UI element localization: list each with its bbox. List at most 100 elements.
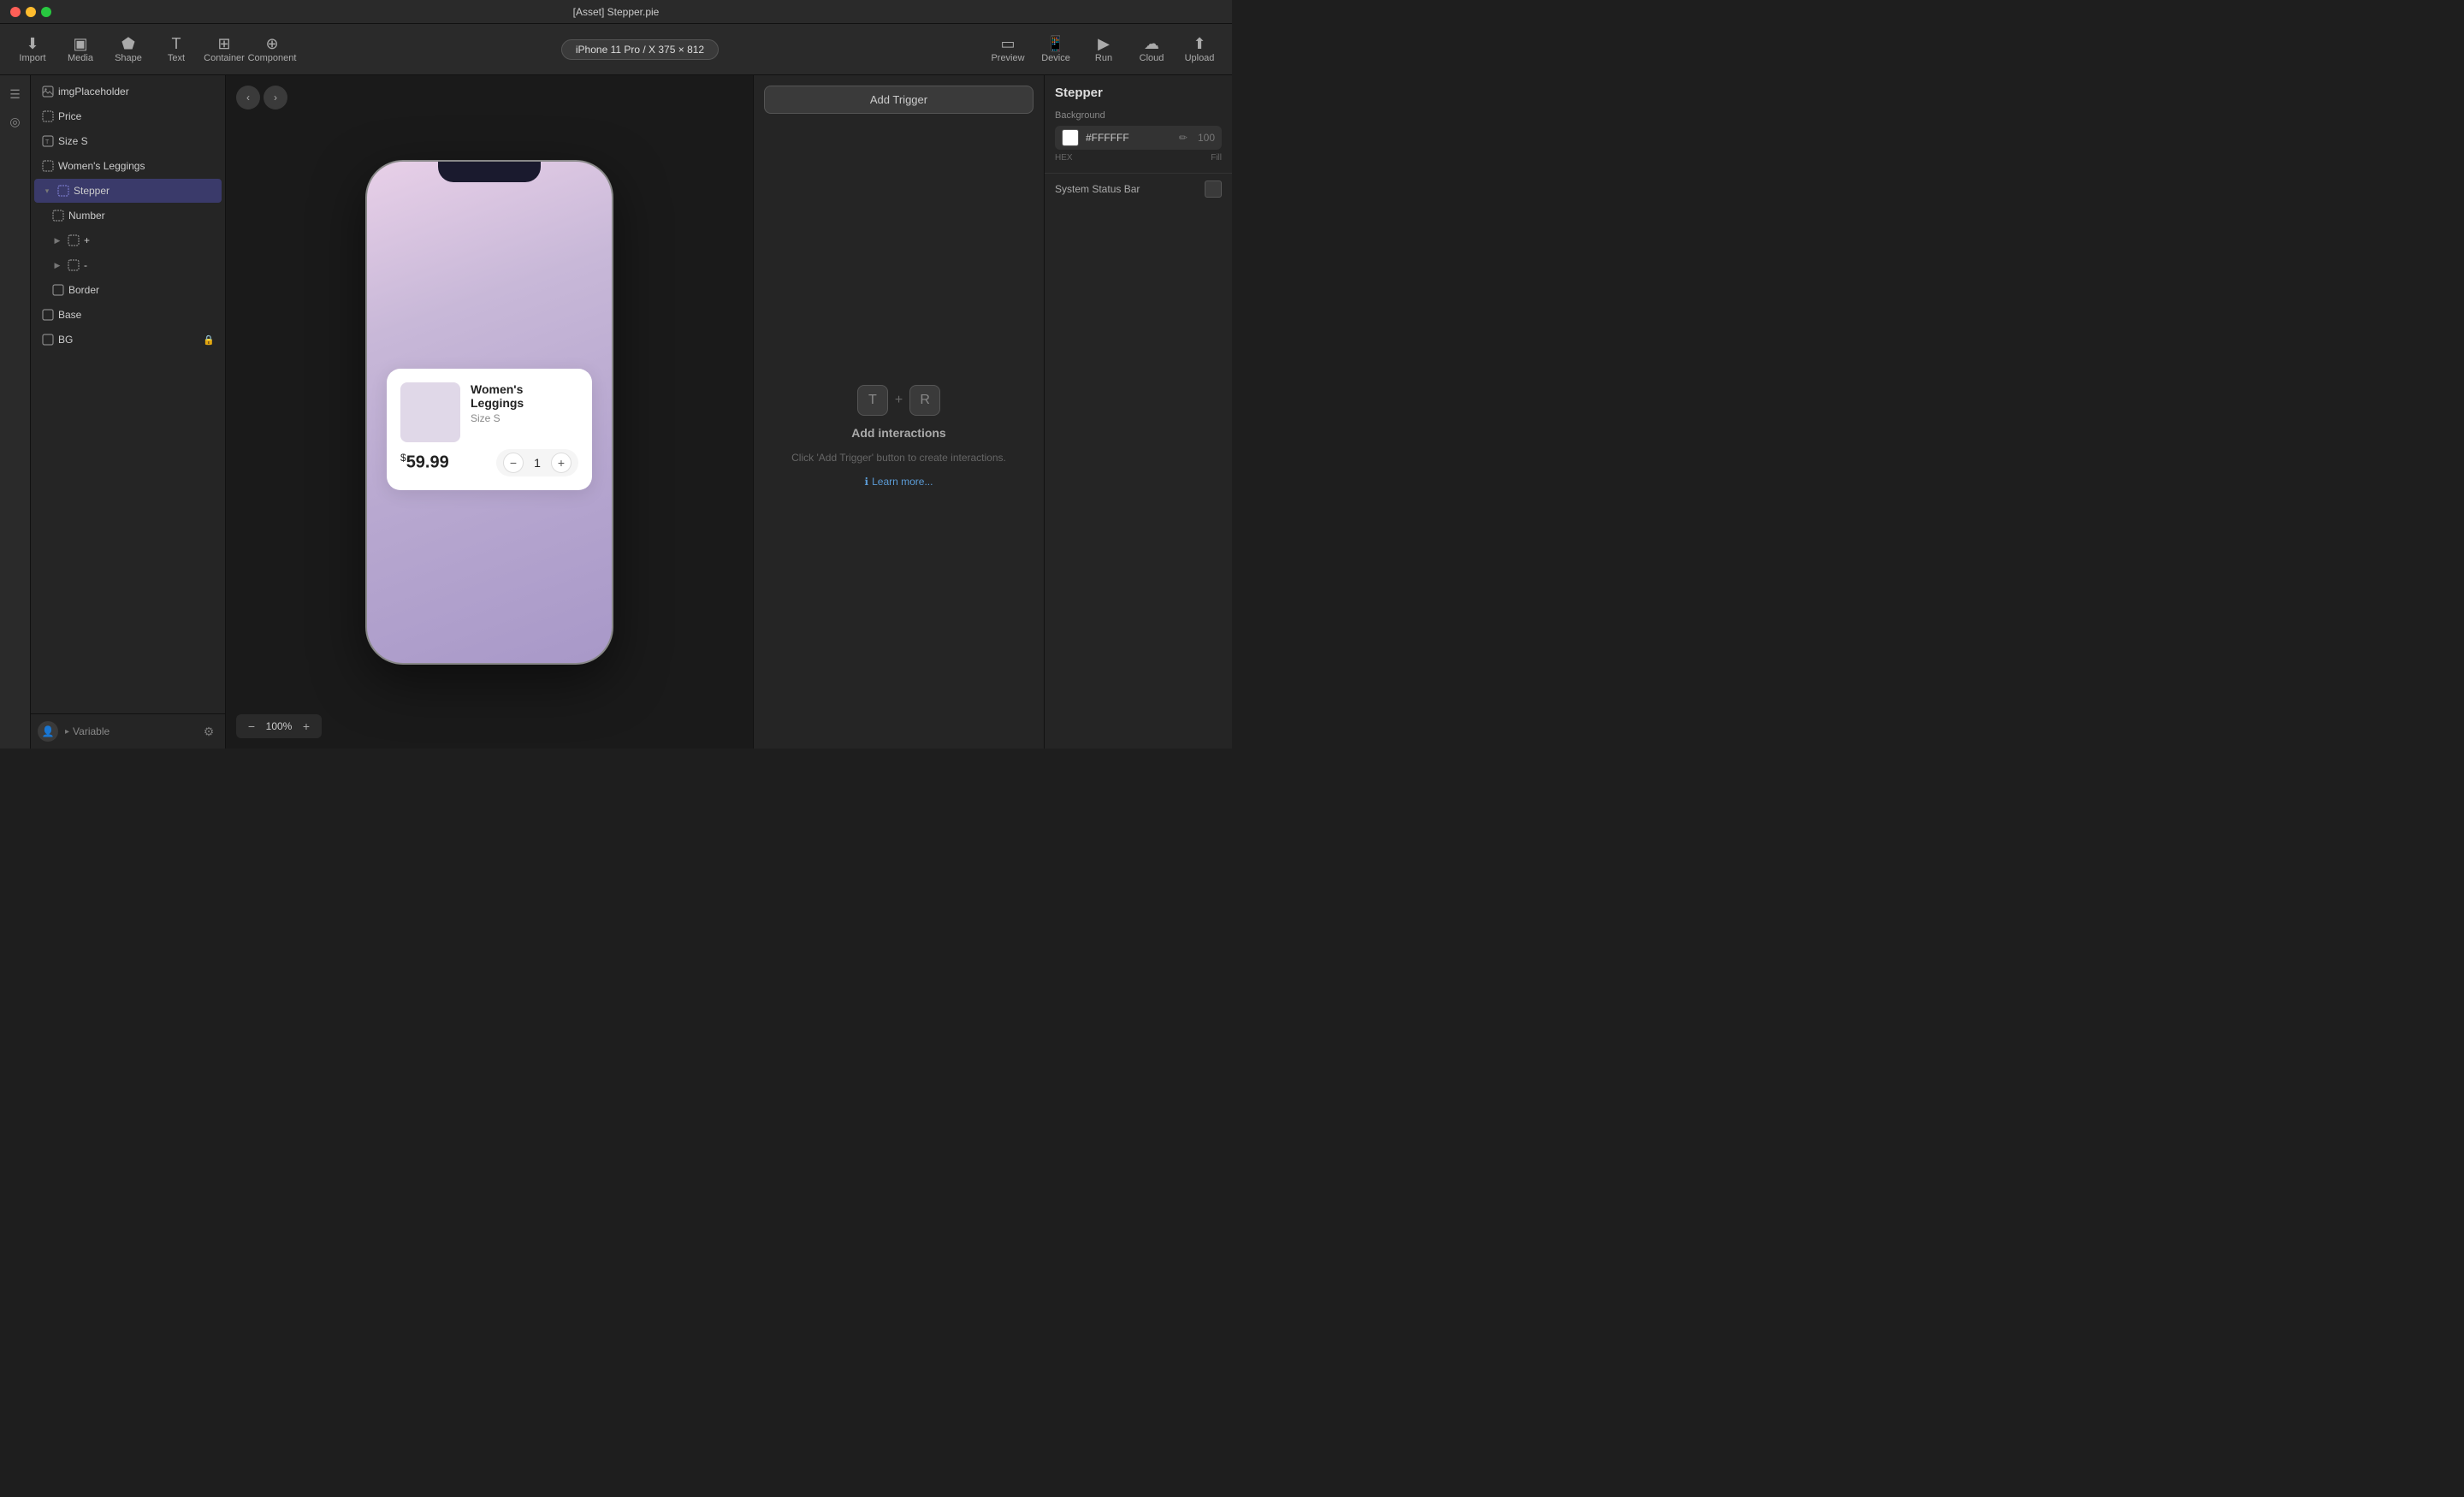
component-label: Component bbox=[248, 53, 297, 63]
stepper-minus-button[interactable]: − bbox=[503, 453, 524, 473]
layer-stepper[interactable]: ▾ Stepper bbox=[34, 179, 222, 203]
layer-plus[interactable]: ▶ + bbox=[44, 228, 222, 252]
upload-button[interactable]: ⬆ Upload bbox=[1177, 28, 1222, 71]
product-card-top: Women's Leggings Size S bbox=[400, 382, 578, 442]
layers-list: imgPlaceholder Price T Size S bbox=[31, 79, 225, 352]
settings-icon[interactable]: ⚙ bbox=[198, 721, 219, 742]
chevron-right2-icon: ▶ bbox=[51, 259, 63, 271]
variable-label: Variable bbox=[73, 725, 110, 737]
text-button[interactable]: T Text bbox=[154, 28, 198, 71]
layer-plus-icon bbox=[67, 234, 80, 247]
layer-imgplaceholder[interactable]: imgPlaceholder bbox=[34, 80, 222, 104]
add-trigger-button[interactable]: Add Trigger bbox=[764, 86, 1034, 114]
upload-label: Upload bbox=[1185, 53, 1215, 63]
run-label: Run bbox=[1095, 53, 1112, 63]
layer-price[interactable]: Price bbox=[34, 104, 222, 128]
run-button[interactable]: ▶ Run bbox=[1081, 28, 1126, 71]
preview-button[interactable]: ▭ Preview bbox=[986, 28, 1030, 71]
layer-bg-label: BG bbox=[58, 334, 73, 346]
background-label: Background bbox=[1055, 110, 1222, 121]
layers-toggle[interactable]: ☰ bbox=[3, 82, 27, 106]
interactions-desc: Click 'Add Trigger' button to create int… bbox=[791, 450, 1006, 465]
left-iconbar: ☰ ◎ bbox=[0, 75, 31, 748]
component-icon: ⊕ bbox=[265, 36, 278, 51]
container-icon: ⊞ bbox=[217, 36, 230, 51]
nav-forward-button[interactable]: › bbox=[264, 86, 287, 109]
main-area: ☰ ◎ imgPlaceholder Price bbox=[0, 75, 1232, 748]
layer-number[interactable]: Number bbox=[44, 204, 222, 228]
layer-border-icon bbox=[51, 283, 65, 297]
media-button[interactable]: ▣ Media bbox=[58, 28, 103, 71]
color-fill-value: 100 bbox=[1198, 132, 1215, 144]
layer-border[interactable]: Border bbox=[44, 278, 222, 302]
shape-label: Shape bbox=[115, 53, 142, 63]
chevron-right-icon: ▶ bbox=[51, 234, 63, 246]
product-title: Women's Leggings bbox=[471, 382, 578, 410]
layer-minus-icon bbox=[67, 258, 80, 272]
info-icon: ℹ bbox=[865, 476, 869, 488]
interactions-panel: Add Trigger T + R Add interactions Click… bbox=[753, 75, 1044, 748]
hex-label: HEX bbox=[1055, 153, 1073, 163]
shape-button[interactable]: ⬟ Shape bbox=[106, 28, 151, 71]
layer-base-icon bbox=[41, 308, 55, 322]
layer-base-label: Base bbox=[58, 309, 81, 321]
product-image bbox=[400, 382, 460, 442]
zoom-in-button[interactable]: + bbox=[298, 718, 315, 735]
layer-bg[interactable]: BG 🔒 bbox=[34, 328, 222, 352]
shape-icon: ⬟ bbox=[121, 36, 135, 51]
layer-border-label: Border bbox=[68, 284, 99, 296]
media-icon: ▣ bbox=[73, 36, 87, 51]
device-button[interactable]: 📱 Device bbox=[1034, 28, 1078, 71]
layer-womensleggings[interactable]: Women's Leggings bbox=[34, 154, 222, 178]
assets-toggle[interactable]: ◎ bbox=[3, 109, 27, 133]
import-button[interactable]: ⬇ Import bbox=[10, 28, 55, 71]
nav-back-button[interactable]: ‹ bbox=[236, 86, 260, 109]
device-selector[interactable]: iPhone 11 Pro / X 375 × 812 bbox=[561, 39, 719, 60]
zoom-out-button[interactable]: − bbox=[243, 718, 260, 735]
canvas-nav: ‹ › bbox=[236, 86, 287, 109]
toolbar-center: iPhone 11 Pro / X 375 × 812 bbox=[298, 39, 982, 60]
system-status-toggle[interactable] bbox=[1205, 180, 1222, 198]
minimize-button[interactable] bbox=[26, 7, 36, 17]
color-row: #FFFFFF ✏ 100 bbox=[1055, 126, 1222, 150]
layers-footer: 👤 ▸ Variable ⚙ bbox=[31, 713, 226, 748]
stepper-plus-button[interactable]: + bbox=[551, 453, 572, 473]
interactions-title: Add interactions bbox=[851, 426, 945, 440]
layer-number-label: Number bbox=[68, 210, 105, 222]
import-icon: ⬇ bbox=[26, 36, 38, 51]
properties-panel: Stepper Background #FFFFFF ✏ 100 HEX Fil… bbox=[1044, 75, 1232, 748]
layer-plus-label: + bbox=[84, 234, 90, 246]
variable-button[interactable]: ▸ Variable bbox=[65, 725, 110, 737]
media-label: Media bbox=[68, 53, 93, 63]
shortcut-plus-symbol: + bbox=[895, 393, 903, 408]
device-label: iPhone 11 Pro / X 375 × 812 bbox=[576, 44, 704, 56]
eyedropper-icon[interactable]: ✏ bbox=[1179, 132, 1188, 144]
layer-base[interactable]: Base bbox=[34, 303, 222, 327]
toolbar: ⬇ Import ▣ Media ⬟ Shape T Text ⊞ Contai… bbox=[0, 24, 1232, 75]
layer-stepper-label: Stepper bbox=[74, 185, 110, 197]
device-icon: 📱 bbox=[1046, 36, 1065, 51]
container-label: Container bbox=[204, 53, 245, 63]
system-status-row: System Status Bar bbox=[1045, 173, 1232, 204]
device-btn-label: Device bbox=[1041, 53, 1070, 63]
layer-sizes[interactable]: T Size S bbox=[34, 129, 222, 153]
text-icon: T bbox=[172, 36, 181, 51]
maximize-button[interactable] bbox=[41, 7, 51, 17]
close-button[interactable] bbox=[10, 7, 21, 17]
layer-stepper-icon bbox=[56, 184, 70, 198]
chevron-down-icon: ▾ bbox=[41, 185, 53, 197]
component-button[interactable]: ⊕ Component bbox=[250, 28, 294, 71]
user-icon[interactable]: 👤 bbox=[38, 721, 58, 742]
window-controls bbox=[10, 7, 51, 17]
props-section-main: Stepper Background #FFFFFF ✏ 100 HEX Fil… bbox=[1045, 75, 1232, 173]
learn-more-link[interactable]: ℹ Learn more... bbox=[865, 476, 933, 488]
layer-price-label: Price bbox=[58, 110, 81, 122]
canvas-area[interactable]: ‹ › Women's Leggings Size S bbox=[226, 75, 753, 748]
cloud-button[interactable]: ☁ Cloud bbox=[1129, 28, 1174, 71]
layer-minus[interactable]: ▶ - bbox=[44, 253, 222, 277]
layer-image-icon bbox=[41, 85, 55, 98]
phone-screen: Women's Leggings Size S $59.99 − bbox=[367, 162, 612, 663]
import-label: Import bbox=[19, 53, 45, 63]
container-button[interactable]: ⊞ Container bbox=[202, 28, 246, 71]
color-swatch[interactable] bbox=[1062, 129, 1079, 146]
